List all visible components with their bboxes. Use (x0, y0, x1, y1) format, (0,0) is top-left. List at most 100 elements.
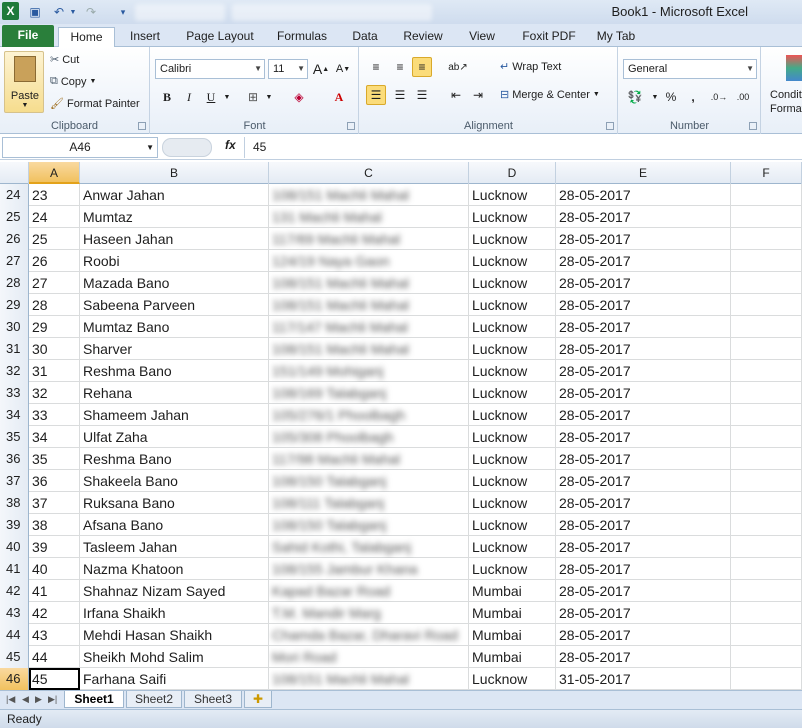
cell-c[interactable]: 108/150 Talabganj (269, 514, 469, 536)
row-header[interactable]: 46 (0, 668, 29, 690)
cell-b[interactable]: Sabeena Parveen (80, 294, 269, 316)
cell-d[interactable]: Lucknow (469, 272, 556, 294)
cell-e[interactable]: 28-05-2017 (556, 294, 731, 316)
cell-f[interactable] (731, 668, 802, 690)
cell-b[interactable]: Farhana Saifi (80, 668, 269, 690)
cell-f[interactable] (731, 602, 802, 624)
tab-page-layout[interactable]: Page Layout (178, 27, 262, 47)
tab-data[interactable]: Data (343, 27, 387, 47)
row-header[interactable]: 33 (0, 382, 29, 404)
cell-f[interactable] (731, 294, 802, 316)
cell-e[interactable]: 28-05-2017 (556, 448, 731, 470)
cell-d[interactable]: Lucknow (469, 404, 556, 426)
row-header[interactable]: 43 (0, 602, 29, 624)
cell-c[interactable]: Sahid Kothi, Talabganj (269, 536, 469, 558)
name-box[interactable]: A46 ▼ (2, 137, 158, 158)
cell-d[interactable]: Lucknow (469, 470, 556, 492)
cell-e[interactable]: 28-05-2017 (556, 514, 731, 536)
cell-d[interactable]: Lucknow (469, 514, 556, 536)
cut-button[interactable]: ✂ Cut (50, 53, 79, 67)
row-header[interactable]: 45 (0, 646, 29, 668)
align-bottom-icon[interactable]: ≡ (412, 57, 432, 77)
fill-color-icon[interactable]: ◈ (289, 87, 309, 107)
font-color-icon[interactable]: A (329, 87, 349, 107)
cell-f[interactable] (731, 382, 802, 404)
row-header[interactable]: 29 (0, 294, 29, 316)
cell-c[interactable]: 108/150 Talabganj (269, 470, 469, 492)
cell-f[interactable] (731, 426, 802, 448)
cell-f[interactable] (731, 646, 802, 668)
cell-b[interactable]: Ruksana Bano (80, 492, 269, 514)
cell-a[interactable]: 44 (29, 646, 80, 668)
cell-b[interactable]: Afsana Bano (80, 514, 269, 536)
column-header-c[interactable]: C (269, 162, 469, 184)
column-header-b[interactable]: B (80, 162, 269, 184)
wrap-text-button[interactable]: ↵ Wrap Text (500, 60, 561, 74)
cell-e[interactable]: 31-05-2017 (556, 668, 731, 690)
tab-insert[interactable]: Insert (118, 27, 172, 47)
cell-e[interactable]: 28-05-2017 (556, 536, 731, 558)
cell-c[interactable]: Kapad Bazar Road (269, 580, 469, 602)
cell-c[interactable]: 108/151 Machli Mahal (269, 668, 469, 690)
merge-center-button[interactable]: ⊟ Merge & Center ▼ (500, 88, 600, 102)
cell-f[interactable] (731, 228, 802, 250)
align-top-icon[interactable]: ≡ (366, 57, 386, 77)
sheet-tab-sheet2[interactable]: Sheet2 (126, 691, 182, 708)
cell-b[interactable]: Sheikh Mohd Salim (80, 646, 269, 668)
cell-f[interactable] (731, 580, 802, 602)
cell-e[interactable]: 28-05-2017 (556, 338, 731, 360)
cell-b[interactable]: Sharver (80, 338, 269, 360)
cell-d[interactable]: Lucknow (469, 668, 556, 690)
cell-d[interactable]: Lucknow (469, 184, 556, 206)
row-header[interactable]: 27 (0, 250, 29, 272)
cell-b[interactable]: Roobi (80, 250, 269, 272)
cell-b[interactable]: Haseen Jahan (80, 228, 269, 250)
cell-a[interactable]: 43 (29, 624, 80, 646)
cell-b[interactable]: Mumtaz Bano (80, 316, 269, 338)
tab-view[interactable]: View (459, 27, 505, 47)
formula-input[interactable]: 45 (244, 137, 800, 158)
borders-dropdown-icon[interactable]: ▼ (259, 87, 279, 107)
row-header[interactable]: 28 (0, 272, 29, 294)
cell-c[interactable]: 108/155 Jambur Khana (269, 558, 469, 580)
cell-c[interactable]: 108/151 Machli Mahal (269, 294, 469, 316)
cell-e[interactable]: 28-05-2017 (556, 206, 731, 228)
cell-f[interactable] (731, 316, 802, 338)
decrease-indent-icon[interactable]: ⇤ (446, 85, 466, 105)
column-header-d[interactable]: D (469, 162, 556, 184)
align-right-icon[interactable]: ☰ (412, 85, 432, 105)
row-header[interactable]: 40 (0, 536, 29, 558)
tab-foxit-pdf[interactable]: Foxit PDF (515, 27, 583, 47)
cell-c[interactable]: 108/111 Talabganj (269, 492, 469, 514)
cell-d[interactable]: Lucknow (469, 206, 556, 228)
cell-c[interactable]: 117/147 Machli Mahal (269, 316, 469, 338)
cell-f[interactable] (731, 404, 802, 426)
cell-b[interactable]: Reshma Bano (80, 360, 269, 382)
cell-c[interactable]: 131 Machli Mahal (269, 206, 469, 228)
cell-c[interactable]: 105/308 Phoolbagh (269, 426, 469, 448)
row-header[interactable]: 25 (0, 206, 29, 228)
cell-f[interactable] (731, 470, 802, 492)
cell-f[interactable] (731, 536, 802, 558)
cell-c[interactable]: 124/19 Naya Gaon (269, 250, 469, 272)
row-header[interactable]: 41 (0, 558, 29, 580)
cell-a[interactable]: 24 (29, 206, 80, 228)
cell-b[interactable]: Nazma Khatoon (80, 558, 269, 580)
row-header[interactable]: 26 (0, 228, 29, 250)
cell-c[interactable]: 108/151 Machli Mahal (269, 272, 469, 294)
cell-c[interactable]: 105/276/1 Phoolbagh (269, 404, 469, 426)
redo-icon[interactable]: ↷ (82, 3, 100, 21)
cell-e[interactable]: 28-05-2017 (556, 316, 731, 338)
tab-my-tab[interactable]: My Tab (590, 27, 642, 47)
cell-e[interactable]: 28-05-2017 (556, 382, 731, 404)
cell-f[interactable] (731, 338, 802, 360)
cell-e[interactable]: 28-05-2017 (556, 624, 731, 646)
cell-d[interactable]: Mumbai (469, 580, 556, 602)
cell-a[interactable]: 32 (29, 382, 80, 404)
cell-d[interactable]: Mumbai (469, 646, 556, 668)
cell-a[interactable]: 28 (29, 294, 80, 316)
cell-e[interactable]: 28-05-2017 (556, 580, 731, 602)
sheet-tab-sheet3[interactable]: Sheet3 (184, 691, 242, 708)
cell-a[interactable]: 26 (29, 250, 80, 272)
cell-b[interactable]: Rehana (80, 382, 269, 404)
